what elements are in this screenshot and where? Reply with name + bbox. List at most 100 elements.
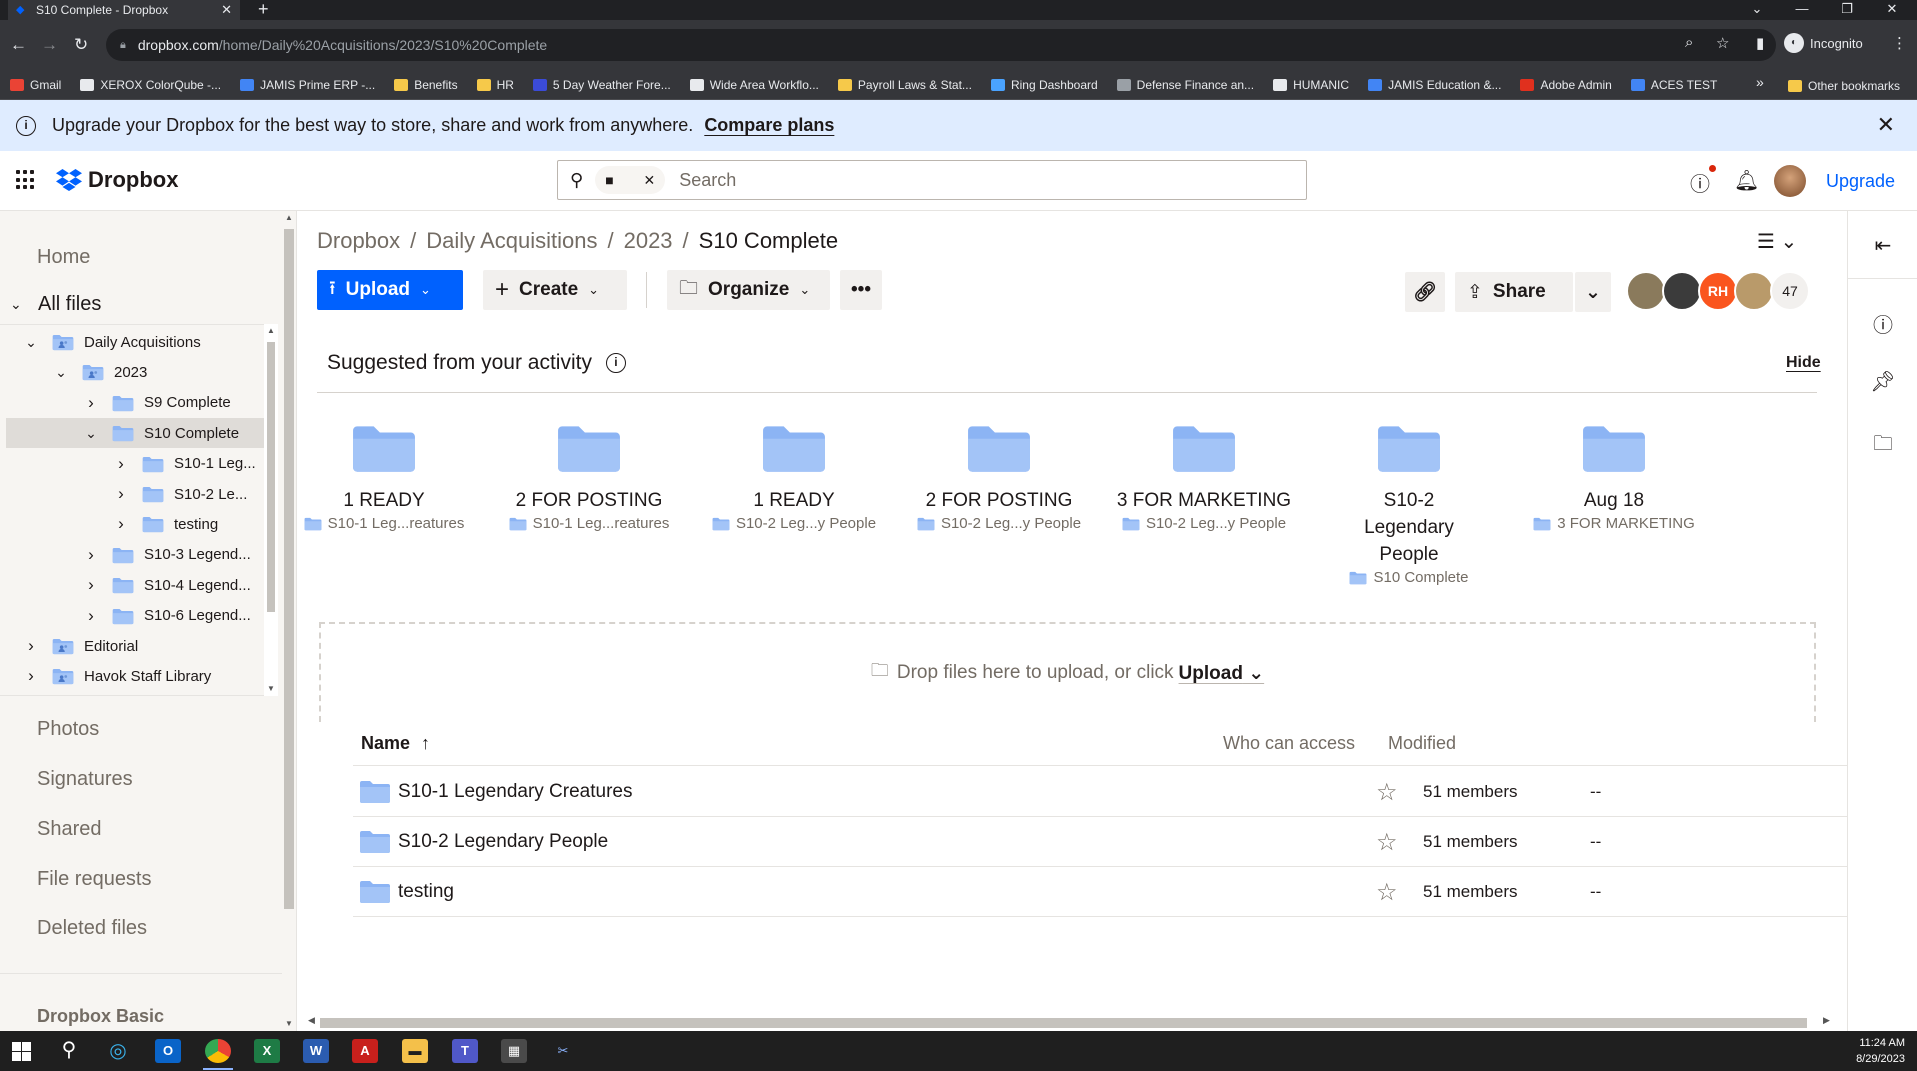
bookmark-item[interactable]: XEROX ColorQube -... xyxy=(80,78,221,92)
calculator-icon[interactable]: ▦ xyxy=(501,1039,527,1063)
row-access[interactable]: 51 members xyxy=(1423,832,1517,852)
table-row[interactable]: S10-1 Legendary Creatures ☆ 51 members -- xyxy=(353,767,1850,817)
nav-shared[interactable]: Shared xyxy=(37,818,102,841)
dropbox-logo[interactable]: Dropbox xyxy=(56,167,178,193)
bookmark-star-icon[interactable]: ☆ xyxy=(1716,34,1729,52)
name-column-header[interactable]: Name ↑ xyxy=(361,733,430,754)
sidebar-scrollbar[interactable]: ▲ ▼ xyxy=(282,211,296,1031)
scrollbar-thumb[interactable] xyxy=(267,342,275,612)
snipping-tool-icon[interactable]: ✂ xyxy=(550,1039,576,1063)
bookmark-item[interactable]: Adobe Admin xyxy=(1520,78,1612,92)
more-actions-button[interactable]: ••• xyxy=(840,270,882,310)
chevron-right-icon[interactable]: › xyxy=(84,606,98,626)
bookmark-item[interactable]: 5 Day Weather Fore... xyxy=(532,78,671,92)
system-clock[interactable]: 11:24 AM 8/29/2023 xyxy=(1856,1035,1905,1067)
breadcrumb-link[interactable]: 2023 xyxy=(624,228,673,253)
suggested-item-location[interactable]: S10-2 Leg...y People xyxy=(1104,515,1304,532)
folder-settings-icon[interactable]: 🗀︎ xyxy=(1848,429,1917,463)
star-icon[interactable]: ☆ xyxy=(1376,828,1398,857)
member-count-badge[interactable]: 47 xyxy=(1770,271,1810,311)
suggested-item-location[interactable]: S10 Complete xyxy=(1309,569,1509,586)
chevron-down-icon[interactable]: ⌄ xyxy=(54,364,68,381)
horizontal-scrollbar[interactable]: ◀ ▶ xyxy=(308,1015,1833,1029)
nav-deleted-files[interactable]: Deleted files xyxy=(37,917,147,940)
organize-button[interactable]: 🗀︎ Organize ⌄ xyxy=(667,270,830,310)
row-name[interactable]: S10-2 Legendary People xyxy=(398,831,608,853)
browser-tab[interactable]: ◆ S10 Complete - Dropbox ✕ xyxy=(8,0,240,20)
breadcrumb-link[interactable]: Dropbox xyxy=(317,228,400,253)
folder-scope-chip[interactable]: ■ ✕ xyxy=(595,166,666,194)
chevron-right-icon[interactable]: › xyxy=(84,575,98,595)
tree-item[interactable]: ⌄ S10 Complete xyxy=(6,418,266,449)
scrollbar-thumb[interactable] xyxy=(320,1018,1807,1028)
search-box[interactable]: ⚲ ■ ✕ xyxy=(557,160,1307,200)
edge-browser-icon[interactable]: ◎ xyxy=(105,1039,131,1063)
browser-menu-icon[interactable]: ⋮ xyxy=(1892,34,1907,52)
tree-item[interactable]: › S10-1 Leg... xyxy=(0,449,264,479)
suggested-item-location[interactable]: S10-1 Leg...reatures xyxy=(489,515,689,532)
minimize-icon[interactable]: — xyxy=(1782,0,1822,20)
chevron-right-icon[interactable]: › xyxy=(24,636,38,656)
bookmark-item[interactable]: ACES TEST xyxy=(1630,78,1717,92)
info-icon[interactable]: i xyxy=(605,353,626,373)
chevron-down-icon[interactable]: ⌄ xyxy=(84,425,98,442)
window-close-icon[interactable]: ✕ xyxy=(1872,0,1912,20)
teams-icon[interactable]: T xyxy=(452,1039,478,1063)
tree-item[interactable]: › S10-3 Legend... xyxy=(0,540,264,570)
suggested-item[interactable]: 3 FOR MARKETING S10-2 Leg...y People xyxy=(1104,421,1304,532)
incognito-profile[interactable]: ◐ Incognito xyxy=(1784,33,1863,53)
help-icon[interactable]: ⓘ xyxy=(1690,168,1710,197)
suggested-item[interactable]: 2 FOR POSTING S10-1 Leg...reatures xyxy=(489,421,689,532)
suggested-item[interactable]: Aug 18 3 FOR MARKETING xyxy=(1514,421,1714,532)
view-options-icon[interactable]: ☰ ⌄ xyxy=(1757,229,1797,254)
nav-signatures[interactable]: Signatures xyxy=(37,768,133,791)
new-tab-icon[interactable]: + xyxy=(258,0,269,20)
tab-search-icon[interactable]: ⌄ xyxy=(1737,0,1777,20)
row-name[interactable]: testing xyxy=(398,881,454,903)
tree-item[interactable]: ⌄ 2023 xyxy=(0,357,264,387)
banner-close-icon[interactable]: ✕ xyxy=(1877,112,1895,138)
bookmark-item[interactable]: HR xyxy=(476,78,514,92)
folder-tree-scrollbar[interactable]: ▲ ▼ xyxy=(264,324,278,696)
member-avatar[interactable]: RH xyxy=(1698,271,1738,311)
star-icon[interactable]: ☆ xyxy=(1376,878,1398,907)
suggested-item[interactable]: 1 READY S10-2 Leg...y People xyxy=(694,421,894,532)
compare-plans-link[interactable]: Compare plans xyxy=(704,115,834,136)
scroll-left-icon[interactable]: ◀ xyxy=(308,1015,315,1026)
suggested-item[interactable]: 1 READY S10-1 Leg...reatures xyxy=(284,421,484,532)
dropzone-upload-link[interactable]: Upload ⌄ xyxy=(1179,662,1265,685)
search-icon[interactable]: ⚲ xyxy=(56,1039,82,1063)
suggested-item[interactable]: 2 FOR POSTING S10-2 Leg...y People xyxy=(899,421,1099,532)
app-grid-icon[interactable] xyxy=(16,170,36,190)
back-icon[interactable]: ← xyxy=(10,35,27,55)
scrollbar-thumb[interactable] xyxy=(284,229,294,909)
forward-icon[interactable]: → xyxy=(41,35,58,55)
reload-icon[interactable]: ↻ xyxy=(74,35,88,55)
acrobat-icon[interactable]: A xyxy=(352,1039,378,1063)
tree-item[interactable]: ⌄ Daily Acquisitions xyxy=(0,327,264,357)
table-row[interactable]: S10-2 Legendary People ☆ 51 members -- xyxy=(353,817,1850,867)
tree-item[interactable]: › Havok Staff Library xyxy=(0,661,264,691)
nav-home[interactable]: Home xyxy=(37,246,90,269)
star-icon[interactable]: ☆ xyxy=(1376,778,1398,807)
account-avatar[interactable] xyxy=(1774,165,1806,197)
upload-dropzone[interactable]: 🗀︎ Drop files here to upload, or click U… xyxy=(319,622,1816,722)
plan-label[interactable]: Dropbox Basic xyxy=(37,1006,164,1027)
bookmarks-overflow-icon[interactable]: » xyxy=(1756,74,1764,90)
scroll-up-icon[interactable]: ▲ xyxy=(285,213,293,222)
url-bar[interactable]: 🔒︎ dropbox.com/home/Daily%20Acquisitions… xyxy=(106,29,1776,61)
tab-close-icon[interactable]: ✕ xyxy=(221,2,232,18)
breadcrumb-link[interactable]: Daily Acquisitions xyxy=(426,228,597,253)
bell-icon[interactable]: 🔔︎ xyxy=(1734,168,1759,193)
details-info-icon[interactable]: ⓘ xyxy=(1848,309,1917,338)
create-button[interactable]: + Create ⌄ xyxy=(483,270,627,310)
tree-item[interactable]: › testing xyxy=(0,509,264,539)
scroll-down-icon[interactable]: ▼ xyxy=(267,684,275,693)
suggested-item-location[interactable]: S10-2 Leg...y People xyxy=(694,515,894,532)
bookmark-item[interactable]: JAMIS Education &... xyxy=(1368,78,1501,92)
bookmark-item[interactable]: JAMIS Prime ERP -... xyxy=(240,78,375,92)
chevron-right-icon[interactable]: › xyxy=(114,484,128,504)
suggested-item-location[interactable]: S10-2 Leg...y People xyxy=(899,515,1099,532)
pin-icon[interactable]: 📌︎ xyxy=(1848,369,1917,394)
upgrade-link[interactable]: Upgrade xyxy=(1826,171,1895,192)
